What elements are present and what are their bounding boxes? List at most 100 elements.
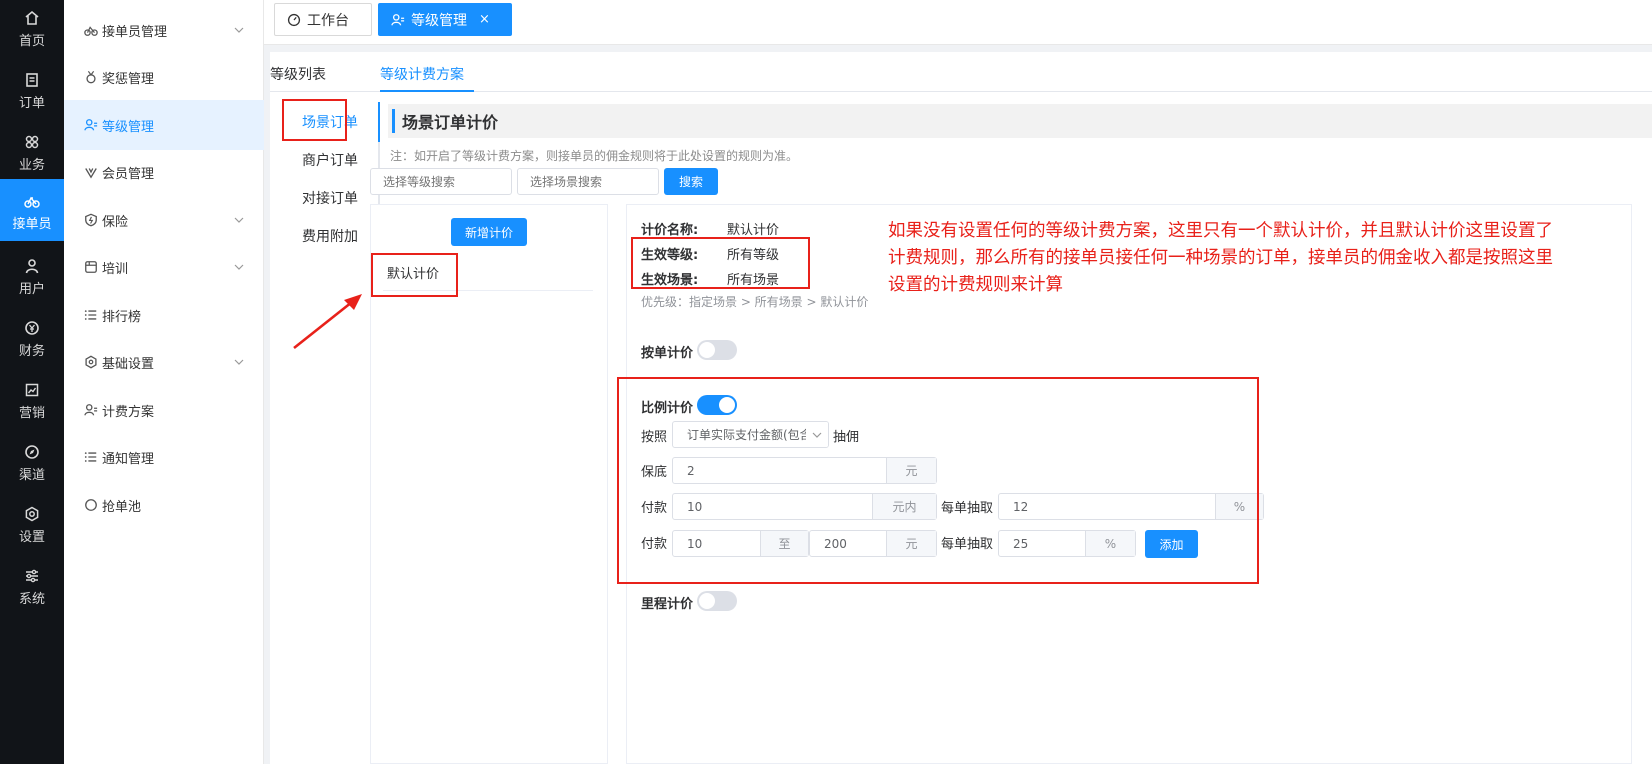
pay-to-unit: 元: [886, 531, 936, 556]
basis-suffix: 抽佣: [833, 430, 860, 445]
submenu-item-members[interactable]: 会员管理: [64, 147, 264, 197]
submenu: 接单员管理 奖惩管理 等级管理 会员管理 保险 培训 排行榜 基础设置 计费方案…: [64, 0, 264, 764]
user-level-icon: [84, 403, 98, 417]
submenu-item-order-pool[interactable]: 抢单池: [64, 480, 264, 530]
cut-value-1: 12: [1013, 499, 1029, 514]
vtab-extra-fees[interactable]: 费用附加: [282, 218, 378, 254]
submenu-item-insurance[interactable]: 保险: [64, 195, 264, 245]
scene-label: 生效场景:: [641, 273, 699, 288]
pay-from-input[interactable]: 10 至: [672, 530, 809, 557]
tab-level-management[interactable]: 等级管理 ×: [378, 3, 512, 36]
submenu-label: 奖惩管理: [102, 71, 155, 87]
list-icon: [84, 450, 98, 464]
info-note: 注：如开启了等级计费方案，则接单员的佣金规则将于此处设置的规则为准。: [390, 149, 799, 163]
close-icon[interactable]: ×: [479, 12, 490, 27]
vtab-scene-orders[interactable]: 场景订单: [282, 104, 378, 140]
submenu-label: 接单员管理: [102, 24, 168, 40]
medal-icon: [84, 70, 98, 84]
active-tab-indicator: [380, 90, 474, 92]
add-pricing-button[interactable]: 新增计价: [451, 218, 527, 246]
pay-input-1[interactable]: 10 元内: [672, 493, 937, 520]
basis-select[interactable]: 订单实际支付金额(包含: [672, 421, 829, 448]
tab-label: 等级管理: [411, 12, 467, 29]
submenu-item-basic-settings[interactable]: 基础设置: [64, 337, 264, 387]
pay-unit-1: 元内: [872, 494, 936, 519]
scene-search-input[interactable]: [517, 168, 659, 195]
pay-value-1: 10: [687, 499, 703, 514]
settings-icon: [0, 506, 64, 522]
ratio-label: 比例计价: [641, 401, 694, 416]
submenu-item-ranking[interactable]: 排行榜: [64, 290, 264, 340]
cut-input-2[interactable]: 25 %: [998, 530, 1136, 557]
per-order-switch[interactable]: [697, 340, 737, 360]
pay-label-1: 付款: [641, 501, 668, 516]
rail-label: 设置: [18, 530, 45, 545]
rail-item-users[interactable]: 用户: [0, 248, 64, 310]
priority-hint: 优先级：指定场景 > 所有场景 > 默认计价: [641, 295, 869, 309]
user-icon: [0, 258, 64, 274]
add-rule-button[interactable]: 添加: [1145, 530, 1198, 558]
submenu-label: 培训: [102, 261, 129, 277]
pay-to-input[interactable]: 200 元: [809, 530, 937, 557]
rail-item-marketing[interactable]: 营销: [0, 372, 64, 434]
tab-dashboard[interactable]: 工作台: [274, 3, 372, 36]
main-content: 等级列表 等级计费方案 场景订单 商户订单 对接订单 费用附加 场景订单计价 注…: [270, 52, 1652, 764]
name-label: 计价名称:: [641, 223, 699, 238]
chevron-down-icon: [234, 24, 244, 39]
chevron-down-icon: [234, 261, 244, 276]
rail-label: 订单: [18, 96, 45, 111]
rail-item-settings[interactable]: 设置: [0, 496, 64, 558]
pricing-list-panel: 新增计价 默认计价: [370, 204, 608, 764]
rail-label: 首页: [18, 34, 45, 49]
section-title: 场景订单计价: [388, 104, 1652, 138]
vtab-merchant-orders[interactable]: 商户订单: [282, 142, 378, 178]
mileage-label: 里程计价: [641, 597, 694, 612]
min-unit: 元: [886, 458, 936, 483]
tab-level-list[interactable]: 等级列表: [270, 64, 326, 84]
rail-item-finance[interactable]: 财务: [0, 310, 64, 372]
mileage-switch[interactable]: [697, 591, 737, 611]
nav-rail: 首页 订单 业务 接单员 用户 财务 营销 渠道 设置 系统: [0, 0, 64, 764]
cut-unit-2: %: [1085, 531, 1135, 556]
submenu-item-courier-manage[interactable]: 接单员管理: [64, 5, 264, 55]
rail-item-orders[interactable]: 订单: [0, 62, 64, 124]
rail-item-business[interactable]: 业务: [0, 124, 64, 186]
submenu-item-levels[interactable]: 等级管理: [64, 100, 264, 150]
order-icon: [0, 72, 64, 88]
user-level-icon: [84, 118, 98, 132]
grid-icon: [0, 134, 64, 150]
name-value: 默认计价: [727, 223, 780, 238]
search-button[interactable]: 搜索: [664, 168, 718, 195]
vip-icon: [84, 165, 98, 179]
arrow-icon: [293, 294, 362, 350]
subtabs: 等级列表 等级计费方案: [270, 52, 1652, 92]
submenu-label: 排行榜: [102, 309, 142, 325]
rail-item-channels[interactable]: 渠道: [0, 434, 64, 496]
rail-item-couriers[interactable]: 接单员: [0, 179, 64, 241]
to-word: 至: [760, 531, 808, 556]
tab-level-billing[interactable]: 等级计费方案: [380, 64, 464, 84]
cut-input-1[interactable]: 12 %: [998, 493, 1264, 520]
scene-value: 所有场景: [727, 273, 780, 288]
rail-item-home[interactable]: 首页: [0, 0, 64, 62]
list-item-default-pricing[interactable]: 默认计价: [383, 263, 593, 291]
min-value: 2: [687, 463, 695, 478]
rail-label: 渠道: [18, 468, 45, 483]
submenu-item-rewards[interactable]: 奖惩管理: [64, 52, 264, 102]
active-vtab-indicator: [378, 102, 380, 142]
rail-label: 财务: [18, 344, 45, 359]
rail-item-system[interactable]: 系统: [0, 558, 64, 620]
submenu-item-notifications[interactable]: 通知管理: [64, 432, 264, 482]
basis-select-value: 订单实际支付金额(包含: [687, 428, 812, 442]
vtab-integration-orders[interactable]: 对接订单: [282, 180, 378, 216]
submenu-label: 抢单池: [102, 499, 142, 515]
submenu-label: 会员管理: [102, 166, 155, 182]
submenu-item-training[interactable]: 培训: [64, 242, 264, 292]
list-icon: [84, 308, 98, 322]
min-input[interactable]: 2 元: [672, 457, 937, 484]
level-search-input[interactable]: [370, 168, 512, 195]
submenu-item-billing-plan[interactable]: 计费方案: [64, 385, 264, 435]
bike-icon: [0, 193, 64, 209]
ratio-switch[interactable]: [697, 395, 737, 415]
vertical-tabs: 场景订单 商户订单 对接订单 费用附加: [282, 102, 380, 764]
